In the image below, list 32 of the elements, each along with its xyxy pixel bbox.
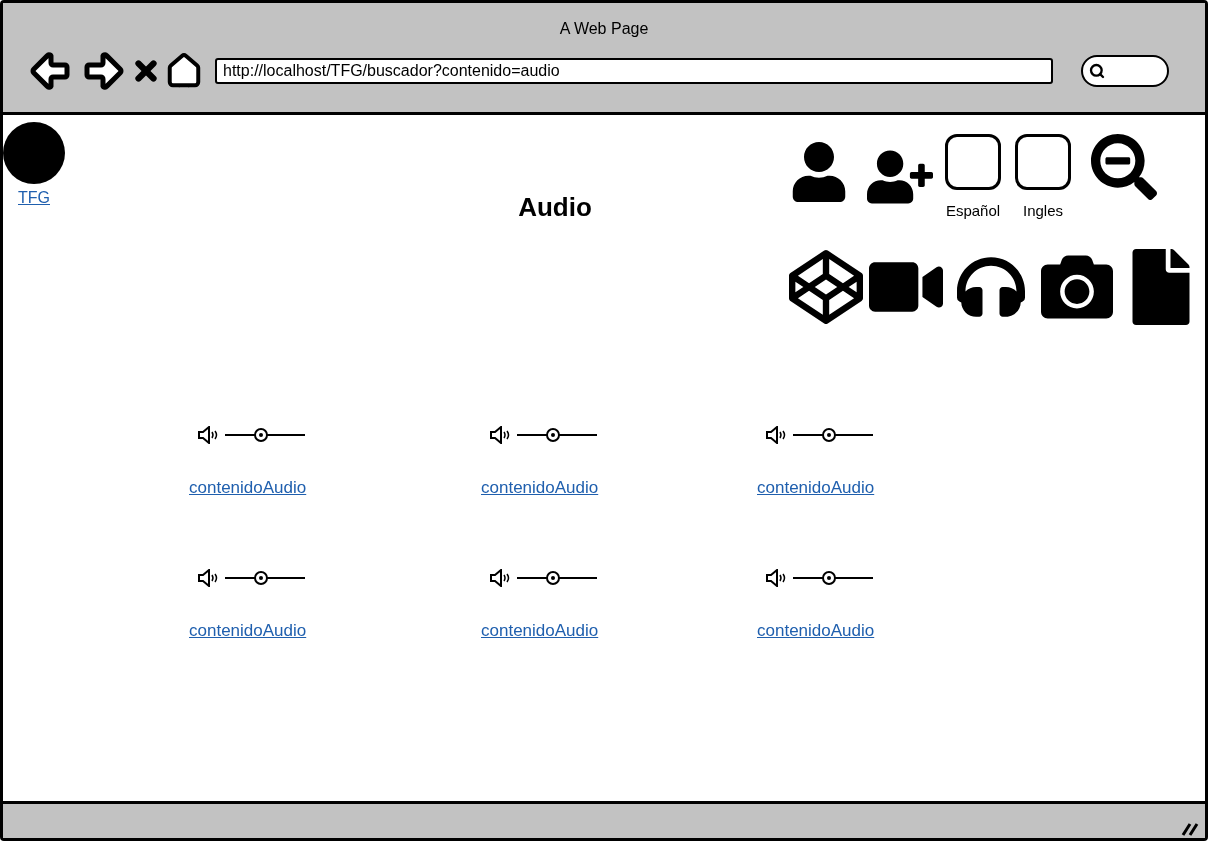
slider-thumb[interactable]: [546, 427, 560, 442]
window-title: A Web Page: [559, 19, 649, 39]
volume-slider[interactable]: [793, 571, 873, 585]
resize-grip-icon[interactable]: [1181, 822, 1199, 836]
volume-slider[interactable]: [517, 571, 597, 585]
url-field[interactable]: http://localhost/TFG/buscador?contenido=audio: [215, 58, 1053, 84]
home-icon[interactable]: [165, 52, 203, 90]
volume-slider[interactable]: [225, 571, 305, 585]
language-checkbox[interactable]: [1015, 134, 1071, 190]
language-label: Ingles: [1023, 201, 1063, 221]
audio-link[interactable]: contenidoAudio: [757, 618, 875, 644]
audio-link[interactable]: contenidoAudio: [481, 474, 599, 500]
volume-slider[interactable]: [225, 427, 305, 442]
audio-link[interactable]: contenidoAudio: [481, 618, 599, 644]
volume-slider[interactable]: [517, 427, 597, 442]
language-checkbox[interactable]: [945, 134, 1001, 190]
slider-thumb[interactable]: [822, 427, 836, 442]
slider-thumb[interactable]: [546, 571, 560, 585]
slider-thumb[interactable]: [822, 571, 836, 585]
volume-slider[interactable]: [793, 427, 873, 442]
page-title: Audio: [517, 191, 593, 224]
language-label: Español: [945, 201, 1001, 221]
audio-link[interactable]: contenidoAudio: [189, 474, 307, 500]
audio-link[interactable]: contenidoAudio: [189, 618, 307, 644]
cube-icon[interactable]: [789, 249, 863, 324]
logo-link[interactable]: TFG: [18, 186, 50, 210]
audio-link[interactable]: contenidoAudio: [757, 474, 875, 500]
search-icon: [1089, 63, 1105, 79]
slider-thumb[interactable]: [254, 427, 268, 442]
zoom-out-icon[interactable]: [1091, 134, 1157, 200]
search-field[interactable]: [1081, 55, 1169, 87]
slider-thumb[interactable]: [254, 571, 268, 585]
